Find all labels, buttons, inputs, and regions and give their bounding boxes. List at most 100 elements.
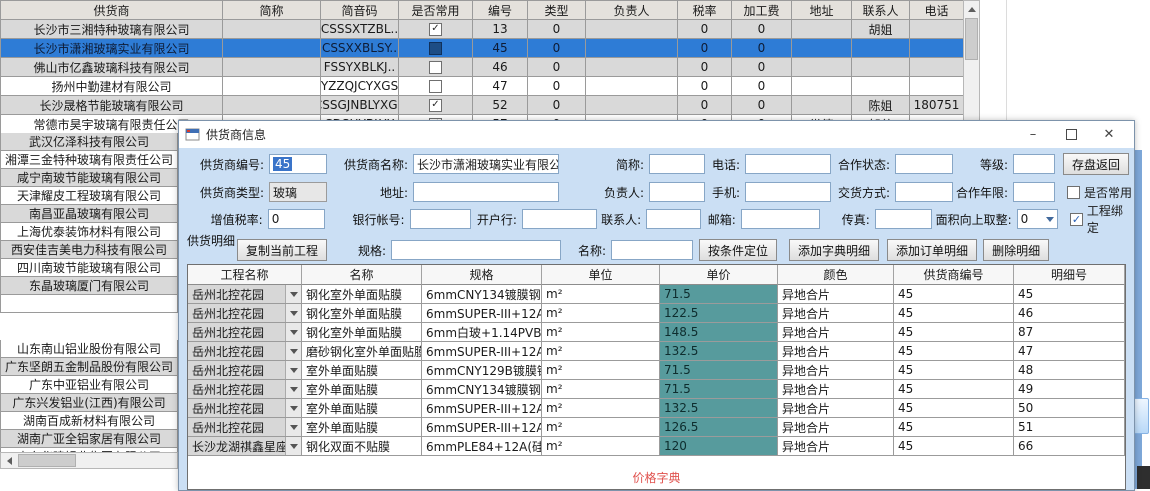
supplier-list-item[interactable]: 西安佳吉美电力科技有限公司 — [0, 241, 178, 259]
add-dict-detail-button[interactable]: 添加字典明细 — [789, 239, 879, 261]
close-button[interactable]: ✕ — [1090, 122, 1128, 147]
grid-col-header[interactable]: 规格 — [422, 265, 542, 285]
common-flag-checkbox[interactable]: ✓ — [429, 99, 442, 112]
email-input[interactable] — [741, 209, 820, 229]
supplier-table-row[interactable]: 扬州中勤建材有限公司YZZQJCYXGS47000 — [1, 77, 964, 96]
project-combo-arrow[interactable] — [285, 437, 301, 455]
scroll-left-icon[interactable] — [1, 453, 17, 468]
delivery-mode-input[interactable] — [895, 182, 953, 202]
supplier-list-item[interactable]: 湖南百成新材料有限公司 — [0, 412, 178, 430]
manager-input[interactable] — [649, 182, 705, 202]
supplier-list-item[interactable]: 咸宁南玻节能玻璃有限公司 — [0, 169, 178, 187]
bg-col-header[interactable]: 类型 — [528, 1, 586, 20]
dialog-titlebar[interactable]: 供货商信息 – ✕ — [179, 121, 1134, 148]
spec-filter-input[interactable] — [391, 240, 561, 260]
grid-col-header[interactable]: 单价 — [660, 265, 778, 285]
delete-detail-button[interactable]: 删除明细 — [983, 239, 1049, 261]
grade-input[interactable] — [1013, 154, 1055, 174]
project-combo-arrow[interactable] — [285, 342, 301, 360]
common-checkbox[interactable]: 是否常用 — [1067, 184, 1132, 201]
detail-grid-row[interactable]: 岳州北控花园室外单面贴膜6mmCNY129B镀膜钢化m²71.5异地合片4548 — [188, 361, 1125, 380]
project-combo-arrow[interactable] — [285, 323, 301, 341]
common-flag-checkbox[interactable]: ✓ — [429, 23, 442, 36]
supplier-list-item[interactable]: 武汉亿泽科技有限公司 — [0, 133, 178, 151]
coop-status-input[interactable] — [895, 154, 953, 174]
hscroll-thumb[interactable] — [18, 454, 76, 467]
name-filter-input[interactable] — [611, 240, 693, 260]
bg-col-header[interactable]: 税率 — [678, 1, 732, 20]
supplier-id-input[interactable]: 45 — [269, 154, 327, 174]
supplier-table-hscrollbar[interactable] — [0, 452, 178, 469]
common-flag-checkbox[interactable] — [429, 42, 442, 55]
area-round-up-select[interactable]: 0 — [1017, 209, 1058, 229]
bg-col-header[interactable]: 简音码 — [321, 1, 399, 20]
supplier-table-row[interactable]: 长沙市潇湘玻璃实业有限公司CSSXXBLSY..45000 — [1, 39, 964, 58]
bg-col-header[interactable]: 负责人 — [586, 1, 678, 20]
grid-col-header[interactable]: 明细号 — [1014, 265, 1125, 285]
supplier-list-item[interactable]: 南昌亚晶玻璃有限公司 — [0, 205, 178, 223]
bg-col-header[interactable]: 编号 — [473, 1, 528, 20]
price-dictionary-link[interactable]: 价格字典 — [188, 469, 1125, 486]
bank-branch-input[interactable] — [522, 209, 597, 229]
supplier-list-item[interactable] — [0, 295, 178, 313]
grid-col-header[interactable]: 名称 — [302, 265, 422, 285]
contact-input[interactable] — [646, 209, 701, 229]
supplier-list-item[interactable]: 广东坚朗五金制品股份有限公司 — [0, 358, 178, 376]
project-combo-arrow[interactable] — [285, 361, 301, 379]
maximize-button[interactable] — [1052, 122, 1090, 147]
detail-grid-row[interactable]: 岳州北控花园室外单面贴膜6mmCNY134镀膜钢化m²71.5异地合片4549 — [188, 380, 1125, 399]
supplier-list-item[interactable]: 上海优泰装饰材料有限公司 — [0, 223, 178, 241]
save-button[interactable]: 存盘返回 — [1063, 153, 1129, 175]
copy-current-project-button[interactable]: 复制当前工程 — [237, 239, 327, 261]
bank-account-input[interactable] — [410, 209, 471, 229]
vat-rate-input[interactable]: 0 — [268, 209, 325, 229]
bg-col-header[interactable]: 供货商 — [1, 1, 223, 20]
supplier-list-item[interactable]: 广东兴发铝业(江西)有限公司 — [0, 394, 178, 412]
supplier-list-item[interactable]: 东晶玻璃厦门有限公司 — [0, 277, 178, 295]
grid-col-header[interactable]: 供货商编号 — [894, 265, 1014, 285]
supplier-list-item[interactable]: 湘潭三金特种玻璃有限责任公司 — [0, 151, 178, 169]
supplier-list-item[interactable]: 天津耀皮工程玻璃有限公司 — [0, 187, 178, 205]
add-order-detail-button[interactable]: 添加订单明细 — [887, 239, 977, 261]
detail-grid-row[interactable]: 岳州北控花园钢化室外单面贴膜6mmSUPER-III+12A(硅..m²122.… — [188, 304, 1125, 323]
project-combo-arrow[interactable] — [285, 399, 301, 417]
detail-grid-row[interactable]: 岳州北控花园室外单面贴膜6mmSUPER-III+12A(硅..m²132.5异… — [188, 399, 1125, 418]
bg-col-header[interactable]: 地址 — [792, 1, 852, 20]
bg-col-header[interactable]: 简称 — [223, 1, 321, 20]
detail-grid-row[interactable]: 岳州北控花园钢化室外单面贴膜6mmCNY134镀膜钢化m²71.5异地合片454… — [188, 285, 1125, 304]
supplier-table-row[interactable]: 佛山市亿鑫玻璃科技有限公司FSSYXBLKJ..46000 — [1, 58, 964, 77]
coop-years-input[interactable] — [1013, 182, 1055, 202]
detail-grid-row[interactable]: 岳州北控花园钢化室外单面贴膜6mm白玻+1.14PVB+6mm..m²148.5… — [188, 323, 1125, 342]
detail-grid-row[interactable]: 长沙龙湖祺鑫星座钢化双面不贴膜6mmPLE84+12A(硅酮胶..m²120异地… — [188, 437, 1125, 456]
grid-col-header[interactable]: 单位 — [542, 265, 660, 285]
scroll-up-icon[interactable] — [964, 1, 979, 17]
detail-grid-row[interactable]: 岳州北控花园室外单面贴膜6mmSUPER-III+12A(硅..m²126.5异… — [188, 418, 1125, 437]
project-combo-arrow[interactable] — [285, 380, 301, 398]
locate-by-condition-button[interactable]: 按条件定位 — [699, 239, 777, 261]
fax-input[interactable] — [875, 209, 932, 229]
mobile-input[interactable] — [745, 182, 831, 202]
supplier-list-item[interactable]: 湖南广亚全铝家居有限公司 — [0, 430, 178, 448]
bg-col-header[interactable]: 联系人 — [852, 1, 910, 20]
minimize-button[interactable]: – — [1014, 122, 1052, 147]
project-bind-checkbox[interactable]: ✓工程绑定 — [1070, 202, 1134, 236]
bg-col-header[interactable]: 是否常用 — [399, 1, 473, 20]
vscroll-thumb[interactable] — [965, 18, 978, 60]
project-combo-arrow[interactable] — [285, 285, 301, 303]
supplier-list-item[interactable]: 广东中亚铝业有限公司 — [0, 376, 178, 394]
supplier-list-item[interactable]: 四川南玻节能玻璃有限公司 — [0, 259, 178, 277]
bg-col-header[interactable]: 加工费 — [732, 1, 792, 20]
bg-col-header[interactable]: 电话 — [910, 1, 964, 20]
supplier-table-row[interactable]: 长沙市三湘特种玻璃有限公司CSSSXTZBL..✓13000胡姐 — [1, 20, 964, 39]
common-flag-checkbox[interactable] — [429, 61, 442, 74]
project-combo-arrow[interactable] — [285, 304, 301, 322]
supplier-name-input[interactable]: 长沙市潇湘玻璃实业有限公司 — [413, 154, 559, 174]
address-input[interactable] — [413, 182, 559, 202]
supplier-table-vscrollbar[interactable] — [963, 0, 980, 133]
phone-input[interactable] — [745, 154, 831, 174]
short-name-input[interactable] — [649, 154, 705, 174]
project-combo-arrow[interactable] — [285, 418, 301, 436]
supplier-table-row[interactable]: 长沙晟格节能玻璃有限公司CSSGJNBLYXGS✓52000陈姐180751 — [1, 96, 964, 115]
supplier-list-item[interactable]: 山东南山铝业股份有限公司 — [0, 340, 178, 358]
common-flag-checkbox[interactable] — [429, 80, 442, 93]
